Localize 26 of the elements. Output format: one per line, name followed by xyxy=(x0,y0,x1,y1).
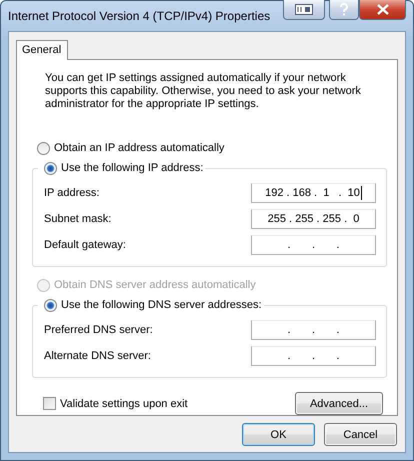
field-label: Preferred DNS server: xyxy=(44,324,153,336)
tab[interactable]: General xyxy=(16,40,68,60)
restore-button[interactable] xyxy=(283,0,325,20)
description-text: You can get IP settings assigned automatically if your network supports this capability. Otherwise, you need to ask your network administrator for the appropriate IP settings. xyxy=(45,72,362,111)
radio-option[interactable]: Use the following DNS server addresses: xyxy=(44,295,262,315)
ip-address-field[interactable]: 192 . 168 . 1 . 10 xyxy=(251,183,376,203)
field-label: Alternate DNS server: xyxy=(44,350,151,362)
advanced-button[interactable]: Advanced... xyxy=(295,392,383,415)
field-label: Subnet mask: xyxy=(44,213,112,225)
restore-icon xyxy=(295,4,313,15)
close-button[interactable] xyxy=(359,0,406,20)
ok-button[interactable]: OK xyxy=(242,423,315,446)
ip-address-field[interactable]: . . . xyxy=(251,346,376,366)
radio-option[interactable]: Obtain an IP address automatically xyxy=(37,138,383,158)
window-title: Internet Protocol Version 4 (TCP/IPv4) Properties xyxy=(8,9,270,23)
validate-checkbox[interactable]: Validate settings upon exit xyxy=(43,397,188,410)
field-label: IP address: xyxy=(44,187,100,199)
close-icon xyxy=(376,4,388,15)
ip-address-field[interactable]: . . . xyxy=(251,320,376,340)
radio-option[interactable]: Use the following IP address: xyxy=(44,158,204,178)
ip-address-field[interactable]: 255 . 255 . 255 . 0 xyxy=(251,209,376,229)
ip-address-field[interactable]: . . . xyxy=(251,235,376,255)
cancel-button[interactable]: Cancel xyxy=(324,423,397,446)
help-icon xyxy=(339,3,349,16)
help-button[interactable] xyxy=(329,0,359,20)
field-label: Default gateway: xyxy=(44,239,126,251)
